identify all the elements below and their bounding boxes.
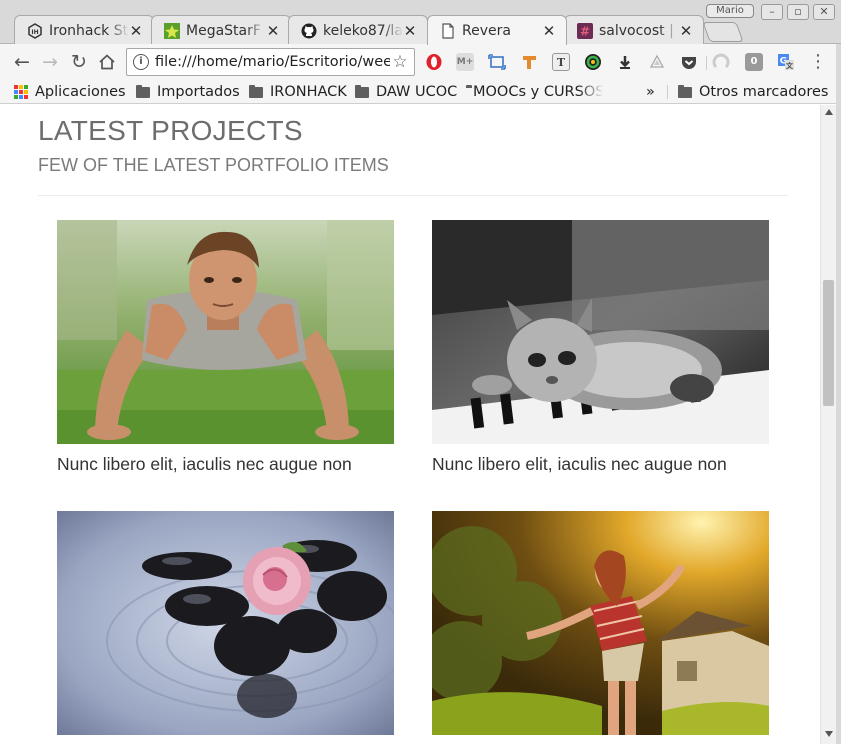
bookmark-label: DAW UCOC	[376, 84, 458, 100]
close-icon[interactable]: ✕	[403, 22, 417, 40]
movistar-icon[interactable]: M+	[456, 53, 474, 71]
folder-icon	[678, 84, 692, 98]
scrollbar-thumb[interactable]	[823, 280, 834, 406]
info-icon[interactable]: i	[133, 54, 149, 70]
page-title: LATEST PROJECTS	[38, 115, 303, 146]
portfolio-item[interactable]	[432, 511, 769, 744]
woman-sunlight-photo[interactable]	[432, 511, 769, 735]
tab-title: Ironhack St	[49, 22, 129, 39]
url-text[interactable]: file:///home/mario/Escritorio/week2/	[155, 54, 390, 70]
angular-icon[interactable]	[712, 53, 730, 71]
bookmark-star-icon[interactable]: ☆	[390, 52, 410, 72]
tab-megastar[interactable]: MegaStarF ✕	[151, 15, 291, 45]
bookmark-divider	[667, 85, 668, 99]
new-tab-button[interactable]	[702, 22, 744, 42]
window-right-border	[836, 44, 841, 744]
pocket-icon[interactable]	[680, 53, 698, 71]
address-bar[interactable]: i file:///home/mario/Escritorio/week2/ ☆	[126, 48, 415, 76]
maximize-button[interactable]: ▫	[787, 4, 809, 20]
close-icon[interactable]: ✕	[266, 22, 280, 40]
folder-icon	[136, 84, 150, 98]
portfolio-item[interactable]	[57, 511, 394, 744]
kitten-piano-photo[interactable]	[432, 220, 769, 444]
close-icon[interactable]: ✕	[679, 22, 693, 40]
divider	[38, 195, 788, 196]
folder-icon	[249, 84, 263, 98]
download-icon[interactable]	[616, 53, 634, 71]
menu-icon[interactable]: ⋮	[806, 50, 830, 74]
tab-ironhack[interactable]: IH Ironhack St ✕	[14, 15, 154, 45]
github-icon	[301, 23, 317, 39]
minimize-button[interactable]: –	[761, 4, 783, 20]
back-button[interactable]: ←	[10, 50, 34, 74]
profile-button[interactable]: Mario	[706, 4, 754, 18]
color-picker-icon[interactable]	[584, 53, 602, 71]
rose-stones-photo[interactable]	[57, 511, 394, 735]
document-icon	[440, 22, 456, 39]
page-subtitle: FEW OF THE LATEST PORTFOLIO ITEMS	[38, 155, 389, 175]
close-window-button[interactable]: ✕	[813, 4, 835, 20]
megastar-icon	[164, 22, 180, 39]
ruler-icon[interactable]	[521, 53, 539, 71]
wappalyzer-icon[interactable]	[648, 53, 666, 71]
bookmark-overflow-button[interactable]: »	[646, 82, 655, 102]
reload-button[interactable]: ↻	[67, 50, 91, 74]
slack-icon: #	[577, 22, 593, 39]
tab-title: Revera	[462, 22, 511, 39]
forward-button[interactable]: →	[38, 50, 62, 74]
tab-title: MegaStarF	[186, 22, 261, 39]
counter-badge-icon[interactable]: 0	[745, 53, 763, 71]
screenshot-icon[interactable]	[488, 53, 506, 71]
bookmark-ironhack[interactable]: IRONHACK	[249, 82, 347, 102]
home-icon	[99, 54, 115, 70]
bookmark-label: Aplicaciones	[35, 84, 126, 100]
tab-title: keleko87/la	[323, 22, 403, 39]
browser-window: IH Ironhack St ✕ MegaStarF ✕ keleko87/la…	[0, 0, 841, 744]
ironhack-icon: IH	[27, 22, 43, 39]
tab-title: salvocost |	[599, 22, 674, 39]
bookmark-daw-ucoc[interactable]: DAW UCOC	[355, 82, 457, 102]
scroll-up-arrow-icon[interactable]	[825, 109, 833, 115]
svg-text:IH: IH	[31, 29, 38, 36]
scroll-down-arrow-icon[interactable]	[825, 731, 833, 737]
translate-icon[interactable]: G文	[777, 53, 795, 71]
toolbar-divider	[706, 56, 707, 70]
folder-icon	[355, 84, 369, 98]
svg-text:文: 文	[786, 61, 794, 70]
close-icon[interactable]: ✕	[129, 22, 143, 40]
man-pushup-photo[interactable]	[57, 220, 394, 444]
bookmark-label: IRONHACK	[270, 84, 347, 100]
bookmark-other[interactable]: Otros marcadores	[678, 82, 828, 102]
page-scrollbar[interactable]	[820, 105, 836, 744]
bookmark-moocs[interactable]: MOOCs y CURSOS	[466, 82, 602, 102]
bookmarks-bar: Aplicaciones Importados IRONHACK DAW UCO…	[0, 80, 841, 104]
close-icon[interactable]: ✕	[542, 22, 556, 40]
portfolio-item[interactable]: Nunc libero elit, iaculis nec augue non	[57, 220, 394, 475]
bookmark-label: MOOCs y CURSOS	[473, 84, 602, 100]
font-icon[interactable]: T	[552, 53, 570, 71]
bookmark-label: Importados	[157, 84, 240, 100]
portfolio-caption: Nunc libero elit, iaculis nec augue non	[432, 454, 727, 474]
svg-text:#: #	[580, 24, 590, 38]
portfolio-caption: Nunc libero elit, iaculis nec augue non	[57, 454, 352, 474]
home-button[interactable]	[95, 50, 119, 74]
bookmark-label: Otros marcadores	[699, 84, 829, 100]
bookmark-importados[interactable]: Importados	[136, 82, 240, 102]
page-content: LATEST PROJECTS FEW OF THE LATEST PORTFO…	[5, 105, 820, 744]
bookmark-apps[interactable]: Aplicaciones	[14, 82, 126, 102]
portfolio-item[interactable]: Nunc libero elit, iaculis nec augue non	[432, 220, 769, 475]
opera-icon[interactable]	[425, 53, 443, 71]
browser-toolbar: ← → ↻ i file:///home/mario/Escritorio/we…	[0, 44, 841, 80]
tab-slack[interactable]: # salvocost | ✕	[564, 15, 704, 45]
apps-icon	[14, 85, 28, 99]
tab-strip: IH Ironhack St ✕ MegaStarF ✕ keleko87/la…	[0, 0, 841, 45]
tab-github[interactable]: keleko87/la ✕	[288, 15, 428, 45]
tab-revera[interactable]: Revera ✕	[427, 15, 567, 45]
